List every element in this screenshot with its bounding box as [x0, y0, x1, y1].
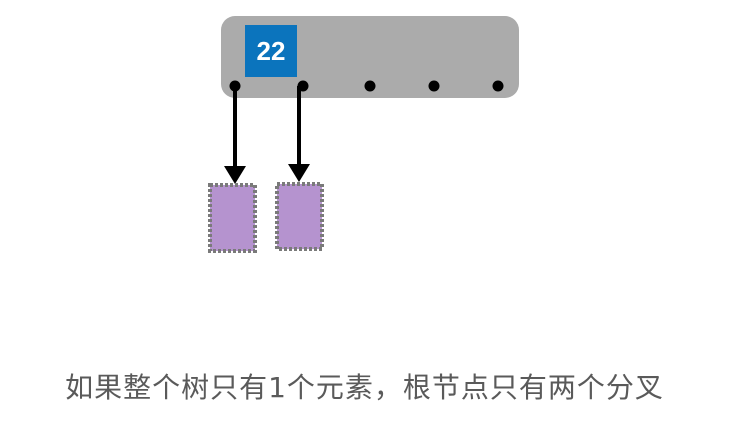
pointer-dot: [428, 80, 440, 92]
pointer-dot: [364, 80, 376, 92]
pointer-dot: [492, 80, 504, 92]
arrow-left-child: [224, 86, 246, 184]
arrow-right-child: [288, 86, 310, 182]
child-node-right: [275, 182, 324, 251]
btree-diagram: 22: [208, 16, 519, 253]
diagram-caption: 如果整个树只有1个元素，根节点只有两个分叉: [65, 371, 664, 404]
child-node-left: [208, 183, 257, 253]
root-key-label: 22: [257, 36, 286, 66]
